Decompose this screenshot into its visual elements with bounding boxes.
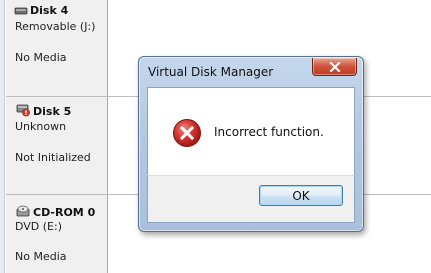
disk-status: Not Initialized bbox=[15, 151, 91, 164]
close-icon bbox=[328, 61, 341, 72]
cdrom-drive-icon bbox=[16, 205, 31, 221]
dialog-title: Virtual Disk Manager bbox=[148, 65, 274, 79]
disk-type: DVD (E:) bbox=[15, 220, 63, 233]
disk-name-label-row: CD-ROM 0 bbox=[16, 205, 95, 221]
disk-name: Disk 4 bbox=[30, 4, 69, 17]
ok-button[interactable]: OK bbox=[259, 185, 343, 206]
disk-name: CD-ROM 0 bbox=[33, 206, 96, 219]
error-message: Incorrect function. bbox=[214, 125, 324, 139]
disk-error-icon bbox=[16, 104, 31, 120]
error-icon bbox=[172, 118, 202, 151]
disk-row-disk-4[interactable]: Disk 4 Removable (J:) No Media bbox=[6, 0, 107, 96]
disk-status: No Media bbox=[15, 250, 67, 263]
disk-name-label-row: Disk 4 bbox=[14, 4, 68, 19]
disk-name: Disk 5 bbox=[33, 105, 72, 118]
disk-status: No Media bbox=[15, 51, 67, 64]
dialog-content: Incorrect function. bbox=[147, 87, 355, 176]
disk-list: Disk 4 Removable (J:) No Media Disk 5 Un… bbox=[6, 0, 108, 273]
disk-management-window: Disk 4 Removable (J:) No Media Disk 5 Un… bbox=[0, 0, 431, 273]
disk-type: Removable (J:) bbox=[15, 20, 96, 33]
close-button[interactable] bbox=[312, 58, 357, 76]
dialog-button-bar: OK bbox=[147, 175, 355, 223]
disk-row-disk-5[interactable]: Disk 5 Unknown Not Initialized bbox=[6, 97, 107, 192]
disk-type: Unknown bbox=[15, 120, 67, 133]
left-edge-strip bbox=[0, 0, 5, 273]
removable-disk-icon bbox=[14, 6, 28, 19]
disk-row-cdrom-0[interactable]: CD-ROM 0 DVD (E:) No Media bbox=[6, 197, 107, 273]
error-dialog: Virtual Disk Manager Incorrect function.… bbox=[138, 56, 364, 232]
disk-name-label-row: Disk 5 bbox=[16, 104, 71, 120]
